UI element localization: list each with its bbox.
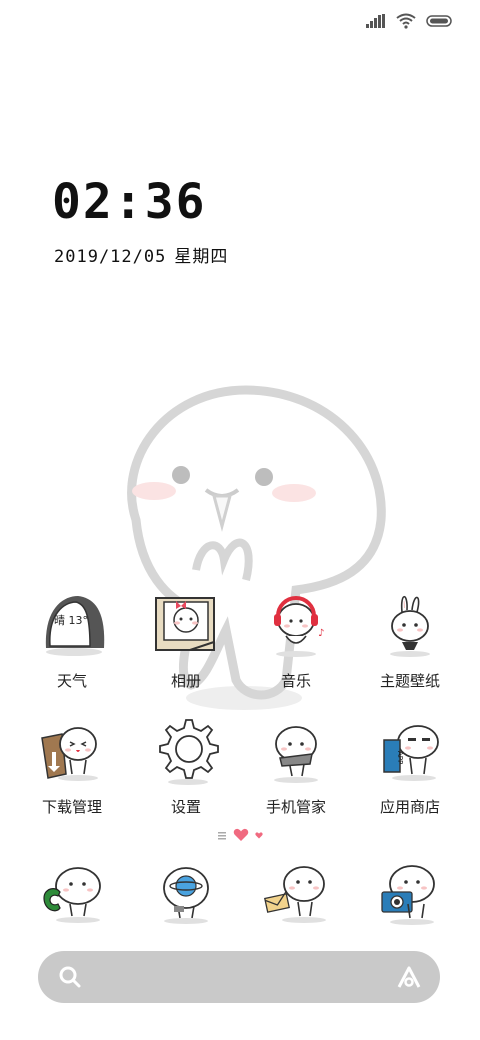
search-icon[interactable] xyxy=(58,965,82,989)
weather-text: 晴 13° xyxy=(54,614,88,627)
music-icon: ♪ xyxy=(274,596,324,657)
app-gallery[interactable]: 相册 xyxy=(136,590,236,691)
gallery-icon xyxy=(155,597,215,651)
app-phone-manager[interactable]: 手机管家 xyxy=(246,716,346,817)
wifi-icon xyxy=(396,13,416,29)
search-bar[interactable] xyxy=(38,951,440,1003)
assistant-icon[interactable] xyxy=(396,965,422,989)
battery-icon xyxy=(426,15,452,27)
status-bar xyxy=(366,10,454,32)
security-icon xyxy=(274,726,318,783)
clock-date: 2019/12/05 星期四 xyxy=(54,242,236,267)
app-label: 相册 xyxy=(170,672,201,690)
settings-icon xyxy=(159,719,219,785)
heart-small-icon xyxy=(255,831,263,838)
signal-icon xyxy=(366,14,385,28)
app-settings[interactable]: 设置 xyxy=(136,716,236,817)
svg-text:♪: ♪ xyxy=(318,628,324,639)
camera-icon xyxy=(381,891,413,913)
app-store-icon: APP xyxy=(383,725,439,781)
app-label: 设置 xyxy=(170,798,201,816)
app-music[interactable]: ♪ 音乐 xyxy=(246,590,346,691)
app-label: 下载管理 xyxy=(41,798,102,816)
dock-phone[interactable] xyxy=(38,858,110,930)
app-label: 主题壁纸 xyxy=(379,672,440,690)
app-label: 音乐 xyxy=(280,672,311,690)
app-label: 天气 xyxy=(56,672,87,690)
app-download-manager[interactable]: 下载管理 xyxy=(22,716,122,817)
app-store[interactable]: APP 应用商店 xyxy=(360,716,460,817)
download-icon xyxy=(41,727,98,781)
app-label: 手机管家 xyxy=(265,798,326,816)
app-store-text: APP xyxy=(396,751,404,764)
clock-time[interactable]: 02:36 xyxy=(52,178,207,226)
date-text: 2019/12/05 xyxy=(54,247,167,267)
browser-icon xyxy=(175,875,197,897)
page-indicator[interactable] xyxy=(0,828,480,842)
app-label: 应用商店 xyxy=(379,798,440,816)
weekday-text: 星期四 xyxy=(174,247,229,267)
heart-icon xyxy=(233,828,249,841)
dock-camera[interactable] xyxy=(374,858,446,930)
messages-icon xyxy=(264,891,290,913)
dock-browser[interactable] xyxy=(150,858,222,930)
app-themes[interactable]: 主题壁纸 xyxy=(360,590,460,691)
themes-icon xyxy=(390,595,430,657)
app-weather[interactable]: 晴 13° 天气 xyxy=(22,590,122,691)
phone-icon xyxy=(43,888,61,912)
dock-messages[interactable] xyxy=(262,858,334,930)
menu-lines-icon xyxy=(218,832,226,840)
weather-icon: 晴 13° xyxy=(45,596,105,656)
